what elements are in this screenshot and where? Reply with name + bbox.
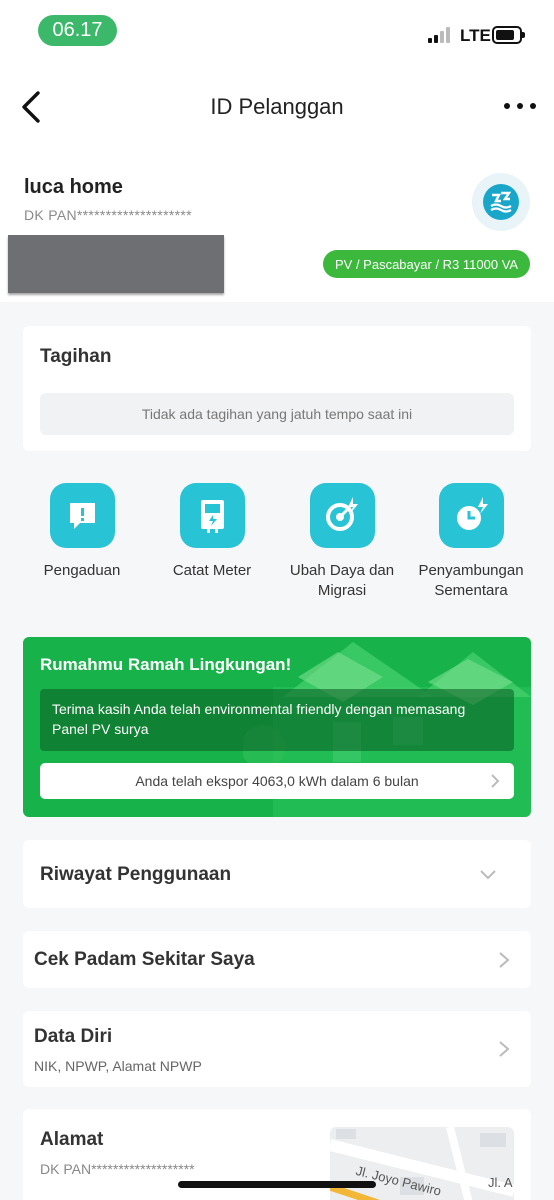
bill-card: Tagihan Tidak ada tagihan yang jatuh tem…: [23, 326, 531, 451]
customer-profile: luca home DK PAN******************** PV …: [0, 162, 554, 302]
app-header: ID Pelanggan: [0, 52, 554, 162]
map-street-label: Jl. A: [488, 1175, 513, 1190]
bill-empty-message: Tidak ada tagihan yang jatuh tempo saat …: [40, 393, 514, 435]
export-summary-text: Anda telah ekspor 4063,0 kWh dalam 6 bul…: [135, 773, 419, 789]
bill-title: Tagihan: [40, 346, 112, 367]
more-options-button[interactable]: [504, 94, 536, 118]
meter-icon: [179, 483, 245, 548]
chevron-right-icon: [491, 774, 500, 788]
signal-icon: [428, 27, 454, 43]
network-type: LTE: [460, 26, 491, 45]
service-complaint[interactable]: Pengaduan: [17, 483, 147, 581]
address-customer-id: DK PAN*******************: [40, 1161, 195, 1177]
more-dot-icon: [530, 103, 536, 109]
personal-data-row[interactable]: Data Diri NIK, NPWP, Alamat NPWP: [23, 1011, 531, 1087]
personal-data-title: Data Diri: [34, 1026, 113, 1047]
usage-history-row[interactable]: Riwayat Penggunaan: [23, 840, 531, 908]
service-temporary-connection[interactable]: Penyambungan Sementara: [406, 483, 536, 601]
service-label: Catat Meter: [172, 562, 252, 579]
power-change-icon: [309, 483, 375, 548]
complaint-icon: [49, 483, 115, 548]
page-title: ID Pelanggan: [210, 94, 344, 119]
pln-logo: [472, 173, 530, 231]
status-time: 06.17: [38, 15, 117, 46]
customer-name: luca home: [24, 176, 123, 198]
export-summary-button[interactable]: Anda telah ekspor 4063,0 kWh dalam 6 bul…: [40, 763, 514, 799]
service-label: Pengaduan: [43, 562, 121, 579]
eco-title: Rumahmu Ramah Lingkungan!: [40, 655, 292, 674]
customer-id: DK PAN********************: [24, 207, 192, 223]
temporary-connection-icon: [438, 483, 504, 548]
more-dot-icon: [504, 103, 510, 109]
service-power-change[interactable]: Ubah Daya dan Migrasi: [277, 483, 407, 601]
chevron-down-icon: [480, 870, 496, 880]
home-indicator[interactable]: [178, 1181, 376, 1188]
eco-message: Terima kasih Anda telah environmental fr…: [40, 689, 514, 751]
usage-history-title: Riwayat Penggunaan: [40, 864, 232, 885]
more-dot-icon: [517, 103, 523, 109]
status-bar: 06.17 LTE: [0, 0, 554, 52]
address-map[interactable]: Jl. Joyo Pawiro Jl. A: [330, 1127, 514, 1200]
chevron-right-icon: [499, 1041, 510, 1057]
address-title: Alamat: [40, 1129, 104, 1150]
outage-check-row[interactable]: Cek Padam Sekitar Saya: [23, 931, 531, 988]
battery-icon: [492, 26, 525, 44]
redacted-block: [8, 235, 224, 293]
service-label: Penyambungan Sementara: [418, 562, 524, 599]
tariff-badge: PV / Pascabayar / R3 11000 VA: [323, 250, 531, 278]
eco-card: Rumahmu Ramah Lingkungan! Terima kasih A…: [23, 637, 531, 817]
service-meter-reading[interactable]: Catat Meter: [147, 483, 277, 581]
chevron-right-icon: [499, 952, 510, 968]
service-label: Ubah Daya dan Migrasi: [289, 562, 395, 599]
outage-check-title: Cek Padam Sekitar Saya: [34, 949, 255, 970]
lightning-logo-icon: [490, 191, 512, 213]
service-shortcuts: Pengaduan Catat Meter Ubah Daya dan Migr…: [0, 483, 554, 608]
personal-data-subtitle: NIK, NPWP, Alamat NPWP: [34, 1058, 202, 1074]
